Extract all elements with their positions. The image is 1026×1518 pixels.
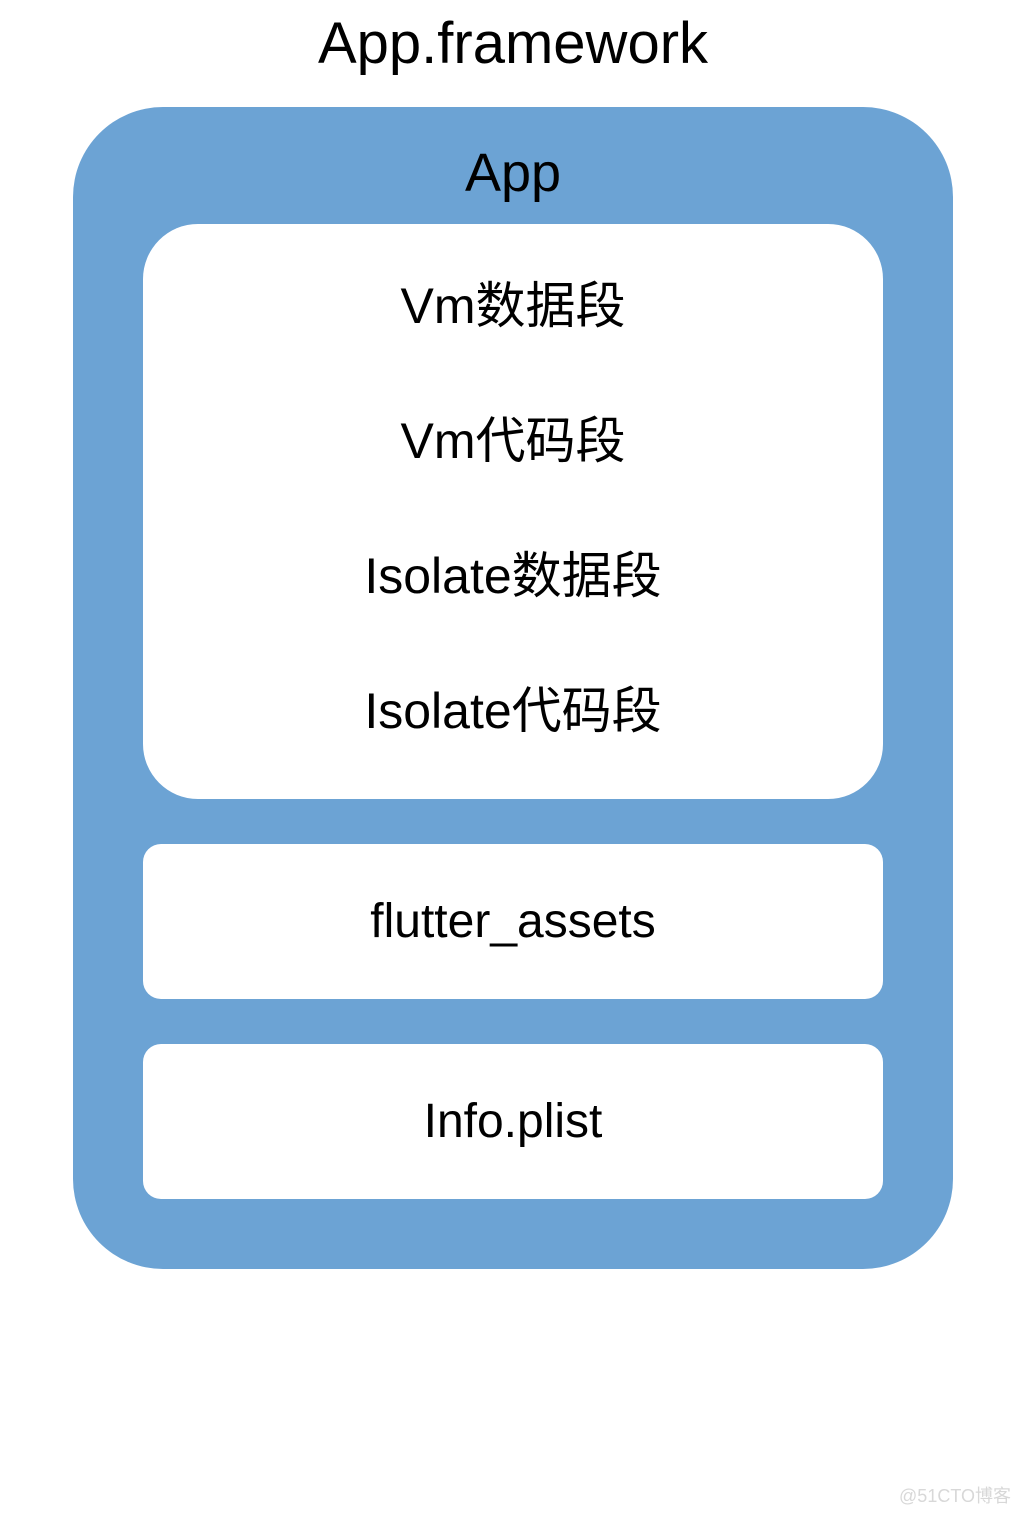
flutter-assets-box: flutter_assets (143, 844, 883, 999)
app-item-isolate-code: Isolate代码段 (183, 679, 843, 744)
watermark: @51CTO博客 (899, 1482, 1011, 1508)
page-title: App.framework (0, 0, 1026, 107)
app-section-title: App (143, 142, 883, 204)
app-box: Vm数据段 Vm代码段 Isolate数据段 Isolate代码段 (143, 224, 883, 799)
info-plist-box: Info.plist (143, 1044, 883, 1199)
app-item-isolate-data: Isolate数据段 (183, 544, 843, 609)
app-item-vm-code: Vm代码段 (183, 409, 843, 474)
app-item-vm-data: Vm数据段 (183, 274, 843, 339)
framework-container: App Vm数据段 Vm代码段 Isolate数据段 Isolate代码段 fl… (73, 107, 953, 1269)
